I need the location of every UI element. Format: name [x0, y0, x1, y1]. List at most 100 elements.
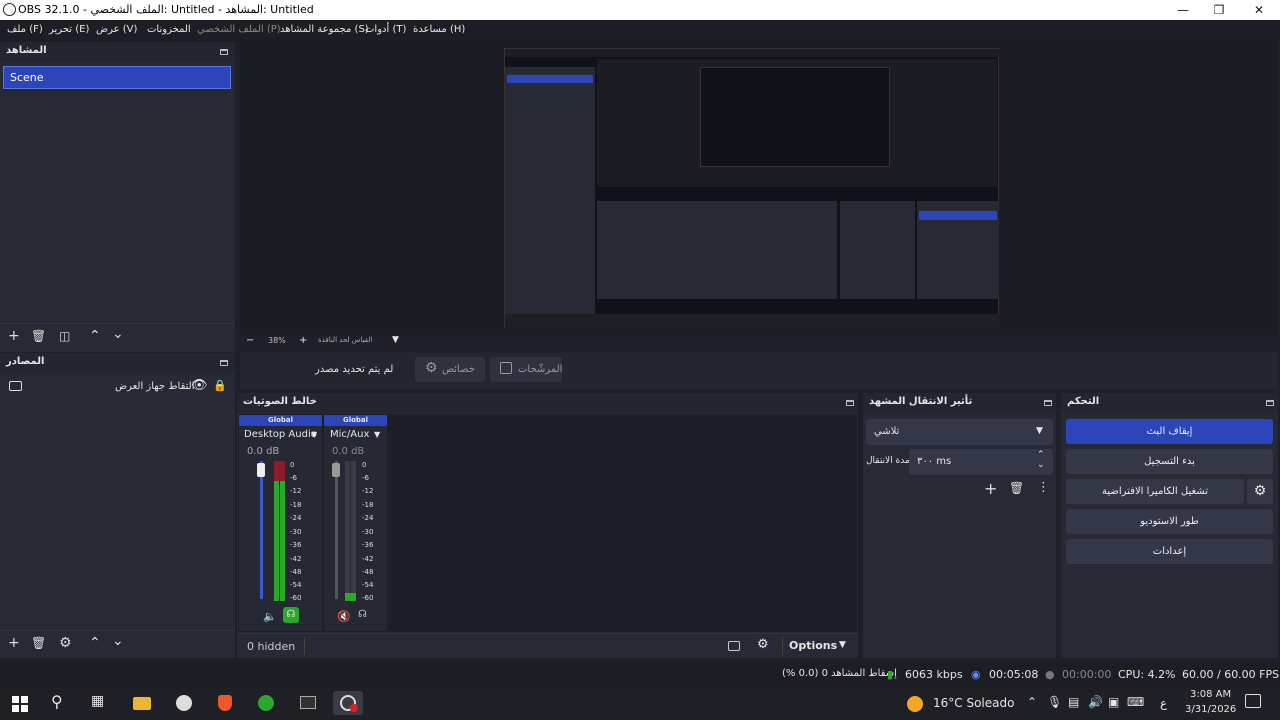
chevron-up-icon[interactable]: ⌃ [1027, 695, 1037, 709]
keyboard-icon[interactable]: ⌨ [1127, 695, 1144, 709]
trash-icon[interactable]: 🗑 [31, 329, 46, 343]
notifications-icon[interactable] [1245, 694, 1261, 708]
source-item[interactable]: التقاط جهاز العرض 👁 🔒 [3, 378, 231, 398]
eye-icon[interactable]: 👁 [191, 378, 208, 393]
move-up-icon[interactable]: ⌃ [89, 635, 101, 651]
language-indicator[interactable]: ع [1160, 696, 1167, 710]
file-explorer-icon[interactable] [127, 691, 157, 715]
menu-file[interactable]: ملف (F) [7, 24, 43, 35]
meet-now-icon[interactable]: ▣ [1108, 695, 1119, 709]
terminal-icon[interactable] [293, 691, 323, 715]
record-icon: ● [1045, 668, 1055, 681]
volume-handle[interactable] [257, 463, 265, 477]
volume-icon[interactable]: 🔊 [1088, 695, 1103, 709]
clock-date[interactable]: 3/31/2026 [1185, 704, 1236, 715]
filters-button[interactable]: المرشّحات [490, 357, 562, 382]
volume-slider[interactable] [260, 461, 263, 599]
sources-toolbar: + 🗑 ⚙ ⌃ ⌄ [0, 630, 235, 658]
headphones-icon[interactable]: ☊ [358, 609, 367, 620]
clock-time[interactable]: 3:08 AM [1190, 689, 1231, 700]
signal-icon: ▮ [887, 668, 894, 681]
lock-icon[interactable]: 🔒 [213, 379, 227, 392]
brave-browser-icon[interactable] [210, 691, 240, 715]
gear-icon[interactable]: ⚙ [757, 637, 769, 652]
more-icon[interactable]: ⋮ [1037, 480, 1050, 495]
trash-icon[interactable]: 🗑 [1009, 481, 1024, 495]
add-icon[interactable]: + [8, 635, 20, 651]
transition-select[interactable]: تلاشي ▼ [866, 419, 1053, 445]
add-icon[interactable]: + [984, 479, 997, 498]
volume-slider[interactable] [335, 461, 338, 599]
chevron-up-icon[interactable]: ⌃ [1037, 450, 1045, 460]
no-source-label: لم يتم تحديد مصدر [315, 364, 394, 375]
zoom-out-icon[interactable]: − [246, 335, 254, 346]
start-recording-button[interactable]: بدء التسجيل [1066, 449, 1273, 474]
undock-icon[interactable] [1044, 400, 1052, 406]
duration-spinbox[interactable]: ٣٠٠ ms ⌃ ⌄ [909, 449, 1053, 475]
minimize-button[interactable]: — [1164, 0, 1202, 20]
move-down-icon[interactable]: ⌄ [112, 326, 124, 342]
mixer-channel-mic: Global Mic/Aux ▼ 0.0 dB 0 -6 -12 -18 -24… [324, 415, 387, 631]
obs-taskbar-icon[interactable] [333, 691, 363, 715]
chevron-down-icon[interactable]: ⌄ [1037, 460, 1045, 470]
settings-button[interactable]: إعدادات [1066, 539, 1273, 564]
obs-logo-icon [3, 3, 16, 16]
close-button[interactable]: ✕ [1240, 0, 1278, 20]
zoom-in-icon[interactable]: + [299, 335, 307, 346]
source-toolbar: لم يتم تحديد مصدر ⚙ خصائص المرشّحات [240, 352, 1278, 389]
window-title: OBS 32.1.0 - الملف الشخصي: Untitled - ال… [18, 3, 314, 16]
chevron-down-icon[interactable]: ▼ [839, 640, 846, 650]
start-virtual-camera-button[interactable]: تشغيل الكاميرا الافتراضية [1066, 479, 1244, 504]
stop-streaming-button[interactable]: إيقاف البث [1066, 419, 1273, 444]
menu-docks[interactable]: المخزونات [147, 24, 191, 35]
maximize-button[interactable]: ❐ [1200, 0, 1238, 20]
channel-menu-icon[interactable]: ▼ [374, 430, 380, 439]
meter-left [274, 461, 279, 601]
trash-icon[interactable]: 🗑 [31, 636, 46, 650]
channel-badge: Global [239, 415, 322, 426]
headphones-icon[interactable]: ☊ [283, 607, 299, 623]
scene-item[interactable]: Scene [3, 66, 231, 89]
options-button[interactable]: Options [789, 639, 837, 652]
chevron-down-icon[interactable]: ▼ [392, 335, 399, 345]
scenes-header: المشاهد [0, 42, 235, 62]
volume-handle[interactable] [332, 463, 340, 477]
undock-icon[interactable] [846, 400, 854, 406]
gear-icon[interactable]: ⚙ [59, 635, 72, 651]
microphone-icon[interactable]: 🎙 [1047, 695, 1062, 709]
move-down-icon[interactable]: ⌄ [112, 633, 124, 649]
network-icon[interactable]: ▤ [1068, 695, 1079, 709]
gear-icon: ⚙ [425, 360, 438, 376]
scenes-toolbar: + 🗑 ◫ ⌃ ⌄ [0, 323, 235, 351]
virtual-camera-settings-icon[interactable]: ⚙ [1247, 479, 1273, 504]
undock-icon[interactable] [1266, 400, 1274, 406]
menu-tools[interactable]: أدوات (T) [365, 24, 406, 35]
menu-help[interactable]: مساعدة (H) [413, 24, 465, 35]
weather-sun-icon[interactable] [907, 696, 923, 712]
windows-start-icon[interactable] [12, 696, 28, 712]
add-icon[interactable]: + [8, 328, 20, 344]
muted-speaker-icon[interactable]: 🔇 [337, 610, 351, 623]
monitor-icon [9, 381, 22, 391]
properties-button[interactable]: ⚙ خصائص [415, 357, 485, 382]
menu-view[interactable]: عرض (V) [96, 24, 137, 35]
studio-mode-button[interactable]: طور الاستوديو [1066, 509, 1273, 534]
meter-left [345, 461, 350, 601]
speaker-icon[interactable]: 🔈 [263, 610, 277, 623]
title-bar: OBS 32.1.0 - الملف الشخصي: Untitled - ال… [0, 0, 1280, 20]
undock-icon[interactable] [220, 360, 228, 366]
xbox-icon[interactable] [251, 691, 281, 715]
menu-profile[interactable]: الملف الشخصي (P) [197, 24, 281, 35]
filters-icon[interactable]: ◫ [59, 329, 70, 343]
layout-icon[interactable] [728, 641, 740, 651]
menu-edit[interactable]: تحرير (E) [49, 24, 89, 35]
weather-text[interactable]: 16°C Soleado [933, 696, 1014, 710]
channel-menu-icon[interactable]: ▼ [311, 430, 317, 439]
task-view-icon[interactable]: ▦ [91, 693, 104, 709]
scenes-dock: المشاهد Scene + 🗑 ◫ ⌃ ⌄ [0, 42, 235, 352]
app-icon[interactable] [169, 691, 199, 715]
move-up-icon[interactable]: ⌃ [89, 328, 101, 344]
search-icon[interactable]: ⚲ [51, 692, 63, 711]
menu-scene-collection[interactable]: مجموعة المشاهد (S) [280, 24, 369, 35]
undock-icon[interactable] [220, 49, 228, 55]
